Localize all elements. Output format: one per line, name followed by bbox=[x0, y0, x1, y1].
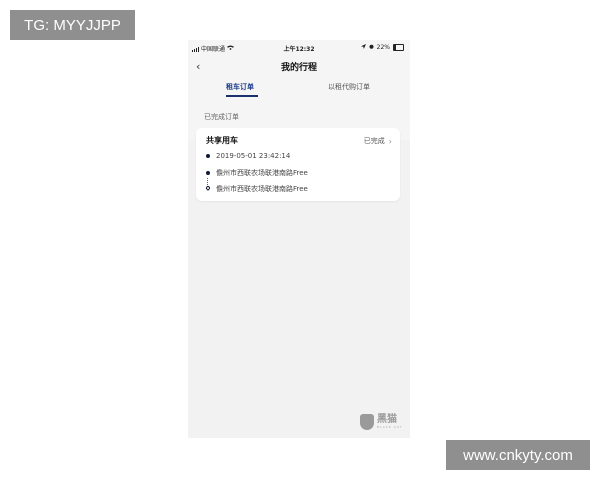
alarm-icon bbox=[369, 44, 374, 51]
watermark-top-left: TG: MYYJJPP bbox=[10, 10, 135, 40]
chevron-right-icon: › bbox=[388, 136, 392, 146]
logo-text: 黑猫 bbox=[377, 414, 397, 425]
time-dot-icon bbox=[206, 154, 210, 158]
order-status[interactable]: 已完成 › bbox=[364, 136, 392, 146]
order-end-row: 儋州市西联农场联港南路Free bbox=[206, 184, 308, 194]
start-dot-icon bbox=[206, 171, 210, 175]
order-title: 共享用车 bbox=[206, 136, 238, 145]
order-end-address: 儋州市西联农场联港南路Free bbox=[216, 185, 308, 193]
battery-icon bbox=[393, 44, 404, 51]
order-datetime-row: 2019-05-01 23:42:14 bbox=[206, 152, 290, 160]
section-title: 已完成订单 bbox=[204, 113, 239, 121]
phone-screen: 中国联通 上午12:32 22% ‹ 我的行程 租车订单 以租代购订单 已完成订… bbox=[188, 40, 410, 438]
order-start-row: 儋州市西联农场联港南路Free bbox=[206, 168, 308, 178]
status-bar: 中国联通 上午12:32 22% bbox=[188, 40, 410, 54]
order-start-address: 儋州市西联农场联港南路Free bbox=[216, 169, 308, 177]
nav-bar: ‹ 我的行程 bbox=[188, 56, 410, 76]
order-datetime: 2019-05-01 23:42:14 bbox=[216, 152, 291, 160]
cat-shield-icon bbox=[360, 414, 374, 430]
black-cat-logo: 黑猫 BLACK CAT bbox=[360, 414, 403, 430]
active-tab-indicator bbox=[226, 95, 258, 97]
location-arrow-icon bbox=[360, 44, 366, 51]
status-right: 22% bbox=[360, 44, 404, 51]
location-pin-icon bbox=[206, 186, 210, 192]
page-title: 我的行程 bbox=[280, 63, 317, 73]
tab-lease-to-own-orders[interactable]: 以租代购订单 bbox=[328, 82, 370, 92]
logo-subtext: BLACK CAT bbox=[377, 425, 403, 429]
order-status-label: 已完成 bbox=[363, 137, 385, 145]
tab-bar: 租车订单 以租代购订单 bbox=[188, 82, 410, 98]
battery-percent: 22% bbox=[376, 44, 390, 51]
tab-rental-orders[interactable]: 租车订单 bbox=[226, 82, 254, 92]
watermark-bottom-right: www.cnkyty.com bbox=[446, 440, 590, 470]
order-card[interactable]: 共享用车 已完成 › 2019-05-01 23:42:14 儋州市西联农场联港… bbox=[196, 128, 400, 201]
